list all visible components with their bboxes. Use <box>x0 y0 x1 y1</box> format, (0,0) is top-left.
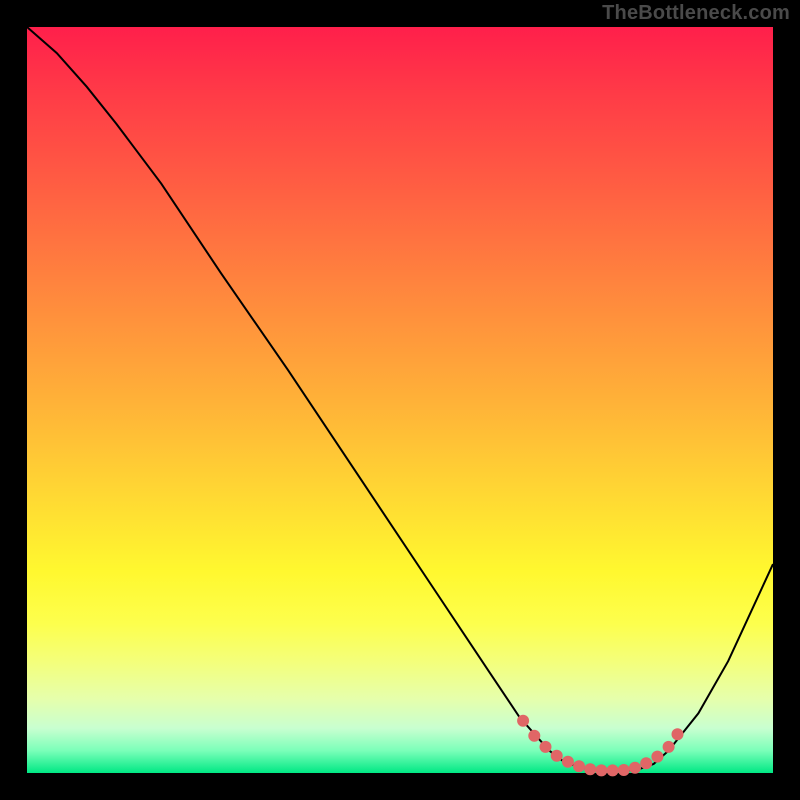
valley-marker-dot <box>651 751 663 763</box>
valley-marker-dot <box>629 762 641 774</box>
curve-svg <box>27 27 773 773</box>
chart-frame: TheBottleneck.com <box>0 0 800 800</box>
watermark-text: TheBottleneck.com <box>602 2 790 25</box>
valley-marker-dot <box>607 764 619 776</box>
valley-marker-dot <box>595 764 607 776</box>
bottleneck-curve-path <box>27 27 773 771</box>
valley-marker-dot <box>551 750 563 762</box>
valley-marker-dot <box>573 760 585 772</box>
valley-marker-dot <box>528 730 540 742</box>
plot-area <box>27 27 773 773</box>
valley-markers-group <box>517 715 683 777</box>
valley-marker-dot <box>562 756 574 768</box>
valley-marker-dot <box>672 728 684 740</box>
valley-marker-dot <box>584 763 596 775</box>
valley-marker-dot <box>618 764 630 776</box>
valley-marker-dot <box>640 757 652 769</box>
valley-marker-dot <box>540 741 552 753</box>
valley-marker-dot <box>517 715 529 727</box>
valley-marker-dot <box>663 741 675 753</box>
